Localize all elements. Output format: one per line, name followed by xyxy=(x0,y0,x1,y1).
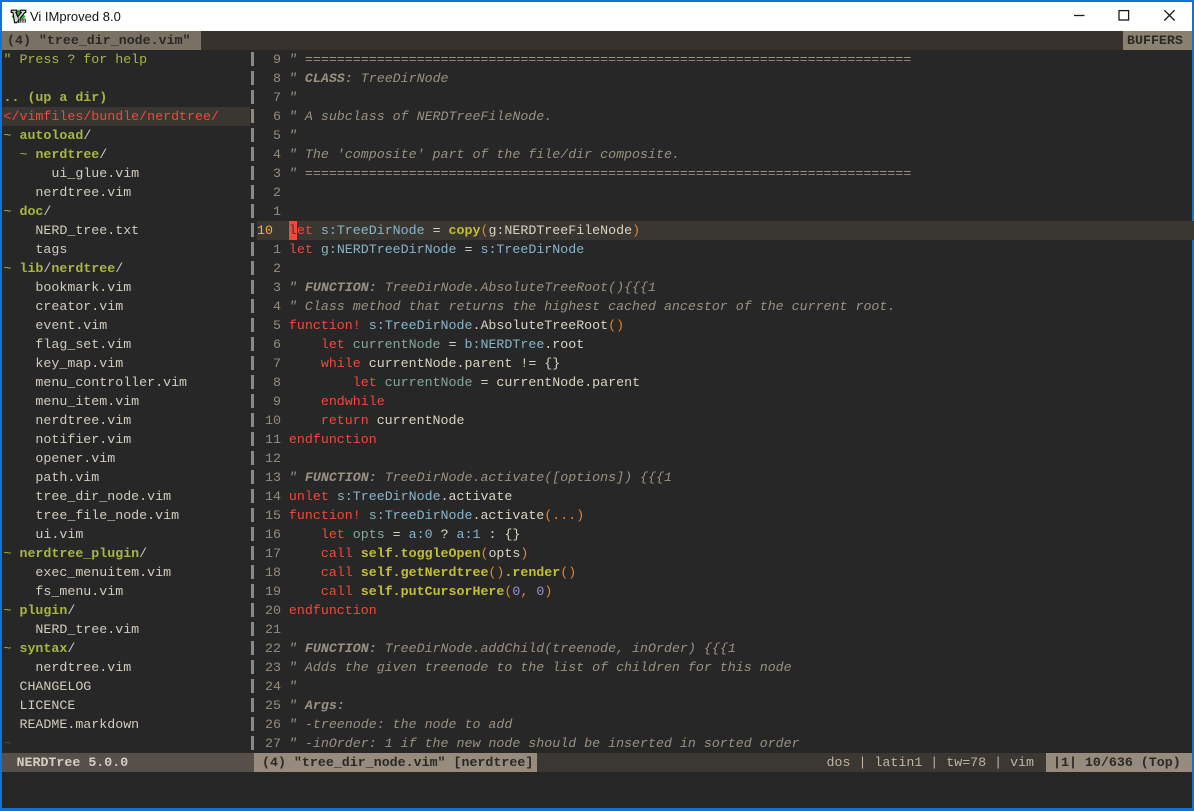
svg-text:im: im xyxy=(17,16,26,25)
